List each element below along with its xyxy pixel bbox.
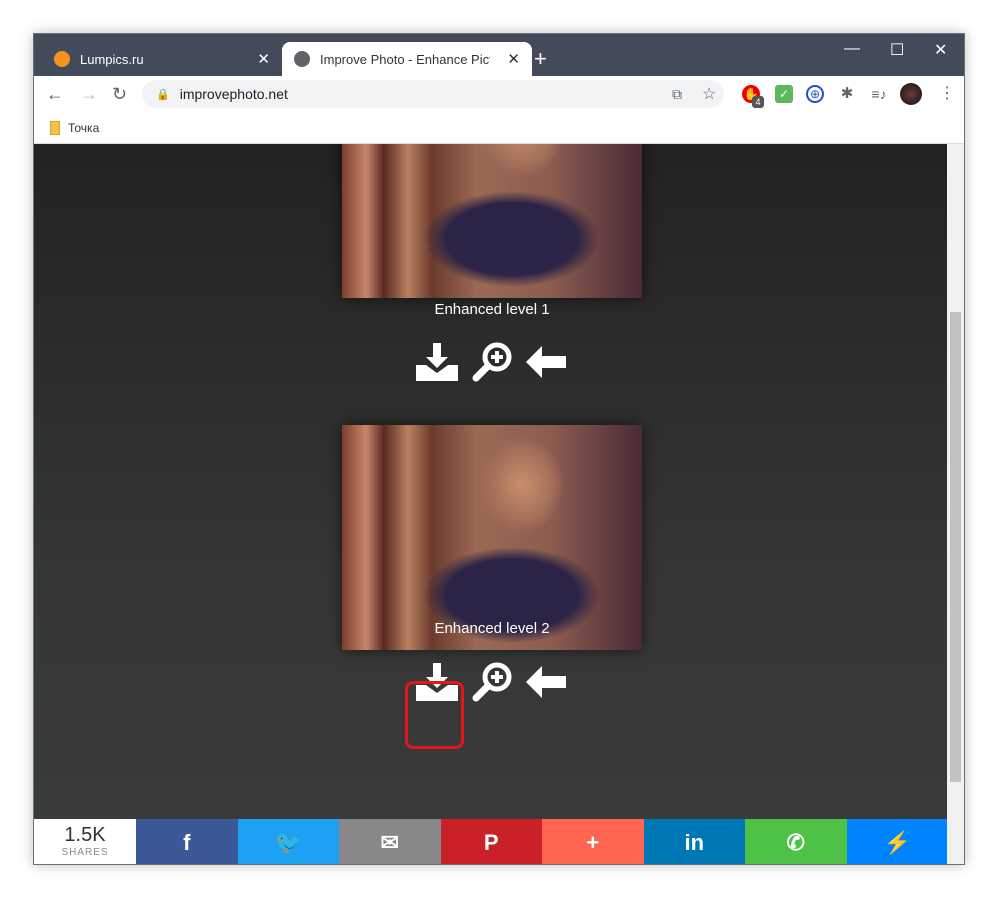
share-twitter-button[interactable]: 🐦: [237, 819, 339, 864]
tab-title: Improve Photo - Enhance Picture: [320, 51, 490, 67]
vpn-globe-icon[interactable]: ⊕: [806, 85, 824, 103]
translate-icon[interactable]: ⧉: [672, 86, 682, 103]
minimize-button[interactable]: —: [844, 40, 860, 58]
bookmarks-bar: Точка: [34, 112, 964, 144]
tab-improvephoto[interactable]: Improve Photo - Enhance Picture ✕: [282, 42, 532, 76]
back-arrow-icon[interactable]: [526, 346, 566, 378]
extension-badge: 4: [752, 96, 764, 108]
menu-kebab-icon[interactable]: ⋮: [938, 85, 956, 103]
share-bar: 1.5K SHARES f 🐦 ✉ P + in ✆ ⚡: [34, 819, 948, 864]
share-more-button[interactable]: +: [542, 819, 644, 864]
forward-button[interactable]: →: [80, 84, 98, 105]
back-arrow-icon[interactable]: [526, 666, 566, 698]
media-control-icon[interactable]: ≡♪: [870, 85, 888, 103]
download-icon[interactable]: [416, 343, 458, 381]
share-whatsapp-button[interactable]: ✆: [745, 819, 847, 864]
zoom-in-icon[interactable]: [472, 342, 512, 382]
caption-1: Enhanced level 1: [434, 301, 550, 318]
maximize-button[interactable]: ☐: [890, 40, 904, 60]
share-count-label: SHARES: [61, 847, 109, 858]
orange-favicon-icon: [54, 51, 70, 67]
share-messenger-button[interactable]: ⚡: [846, 819, 948, 864]
actions-1: [416, 342, 566, 382]
folder-icon: [50, 120, 60, 135]
enhanced-photo-1: [342, 144, 642, 298]
zoom-in-icon[interactable]: [472, 662, 512, 702]
address-bar[interactable]: 🔒 improvephoto.net ⧉ ☆: [142, 80, 724, 108]
share-count: 1.5K SHARES: [34, 819, 136, 864]
download-highlight-box: [405, 681, 464, 749]
caption-2: Enhanced level 2: [434, 620, 550, 637]
page-content: Enhanced level 1 Enhanced level 2 1.5K S…: [34, 144, 948, 864]
new-tab-button[interactable]: +: [534, 46, 547, 72]
avatar[interactable]: [900, 83, 922, 105]
share-linkedin-button[interactable]: in: [643, 819, 745, 864]
tab-title: Lumpics.ru: [80, 51, 144, 67]
url-text: improvephoto.net: [179, 86, 288, 102]
back-button[interactable]: ←: [46, 84, 64, 105]
enhanced-photo-2: [342, 425, 642, 650]
lock-icon: 🔒: [156, 88, 170, 101]
check-extension-icon[interactable]: ✓: [775, 85, 793, 103]
share-pinterest-button[interactable]: P: [440, 819, 542, 864]
globe-icon: [294, 51, 310, 67]
tab-lumpics[interactable]: Lumpics.ru ✕: [42, 42, 282, 76]
share-count-number: 1.5K: [64, 824, 106, 846]
bookmark-star-icon[interactable]: ☆: [702, 84, 716, 104]
close-tab-icon[interactable]: ✕: [507, 50, 520, 68]
bookmark-item[interactable]: Точка: [68, 121, 99, 135]
toolbar: ← → ↻ 🔒 improvephoto.net ⧉ ☆ ✋ 4 ✓ ⊕ ✱ ≡…: [34, 76, 964, 112]
close-window-button[interactable]: ✕: [934, 40, 947, 60]
share-email-button[interactable]: ✉: [339, 819, 441, 864]
scrollbar[interactable]: [947, 144, 964, 864]
tab-bar: Lumpics.ru ✕ Improve Photo - Enhance Pic…: [34, 34, 964, 76]
reload-button[interactable]: ↻: [112, 84, 127, 105]
browser-window: Lumpics.ru ✕ Improve Photo - Enhance Pic…: [33, 33, 965, 865]
scrollbar-thumb[interactable]: [950, 312, 961, 782]
extensions-puzzle-icon[interactable]: ✱: [838, 85, 856, 103]
share-facebook-button[interactable]: f: [136, 819, 238, 864]
close-tab-icon[interactable]: ✕: [257, 50, 270, 68]
